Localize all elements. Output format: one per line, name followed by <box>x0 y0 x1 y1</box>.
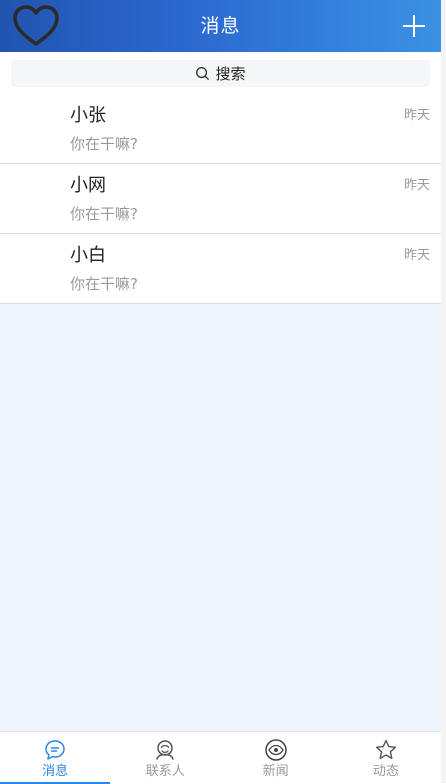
tab-messages[interactable]: 消息 <box>0 732 111 784</box>
chat-preview: 你在干嘛? <box>70 135 138 153</box>
star-icon <box>375 739 396 760</box>
chat-row[interactable]: 小网 你在干嘛? 昨天 <box>0 164 441 234</box>
chat-name: 小白 <box>70 245 106 266</box>
eye-icon <box>264 739 287 761</box>
plus-icon[interactable] <box>402 14 426 38</box>
tab-news[interactable]: 新闻 <box>221 732 331 784</box>
tab-contacts[interactable]: 联系人 <box>110 732 220 784</box>
contacts-icon <box>156 740 175 760</box>
header-bar: 消息 <box>0 0 441 52</box>
bottom-tab-bar: 消息 联系人 新闻 动态 <box>0 731 441 784</box>
scrollbar-track[interactable] <box>441 0 446 783</box>
chat-preview: 你在干嘛? <box>70 275 138 293</box>
chat-time: 昨天 <box>403 108 430 123</box>
tab-label: 新闻 <box>262 764 289 779</box>
app-screen: 消息 搜索 小张 你在干嘛? 昨天 小网 你在干嘛? 昨天 小白 你在干嘛? 昨… <box>0 0 441 784</box>
tab-label: 联系人 <box>145 764 185 779</box>
chat-bubble-icon <box>45 740 65 760</box>
chat-list: 小张 你在干嘛? 昨天 小网 你在干嘛? 昨天 小白 你在干嘛? 昨天 <box>0 94 441 304</box>
chat-preview: 你在干嘛? <box>70 205 138 223</box>
search-bar[interactable]: 搜索 <box>11 60 430 87</box>
chat-name: 小网 <box>70 175 106 196</box>
tab-label: 动态 <box>372 764 399 779</box>
chat-row[interactable]: 小白 你在干嘛? 昨天 <box>0 234 441 304</box>
search-label: 搜索 <box>215 65 246 83</box>
tab-label: 消息 <box>42 764 69 779</box>
search-area: 搜索 <box>0 52 441 94</box>
search-icon <box>196 67 210 81</box>
chat-time: 昨天 <box>403 178 430 193</box>
chat-time: 昨天 <box>403 248 430 263</box>
chat-name: 小张 <box>70 105 106 126</box>
tab-moments[interactable]: 动态 <box>331 732 441 784</box>
chat-row[interactable]: 小张 你在干嘛? 昨天 <box>0 94 441 164</box>
page-title: 消息 <box>200 15 241 37</box>
